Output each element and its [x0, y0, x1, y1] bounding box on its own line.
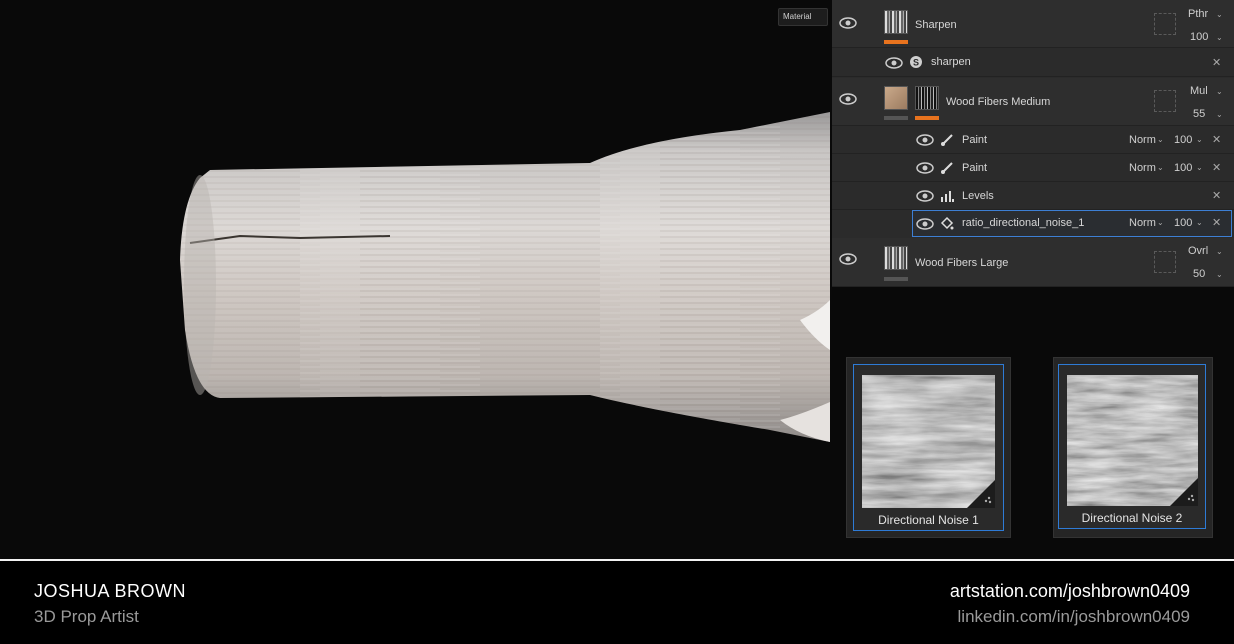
eye-icon[interactable] — [916, 217, 934, 231]
layer-thumbnail — [884, 86, 908, 110]
layer-row-sharpen[interactable]: Sharpen Pthr ⌄ 100 ⌄ — [832, 0, 1234, 48]
author-name: JOSHUA BROWN — [34, 581, 187, 601]
opacity-value[interactable]: 55 — [1193, 108, 1205, 120]
blend-mode-dropdown[interactable]: Norm — [1129, 217, 1156, 229]
levels-icon — [940, 189, 954, 203]
layer-thumbnail — [884, 246, 908, 270]
layer-thumbnail — [884, 10, 908, 34]
sharpen-icon: S — [909, 55, 923, 69]
svg-text:S: S — [913, 58, 919, 68]
opacity-value[interactable]: 100 — [1174, 162, 1192, 174]
layer-color-bar — [884, 40, 908, 44]
chevron-down-icon[interactable]: ⌄ — [1216, 10, 1223, 19]
opacity-value[interactable]: 100 — [1174, 217, 1192, 229]
effect-row-paint[interactable]: Paint Norm ⌄ 100 ⌄ ✕ — [832, 126, 1234, 154]
chevron-down-icon[interactable]: ⌄ — [1157, 218, 1164, 227]
close-icon[interactable]: ✕ — [1212, 216, 1221, 229]
layer-row-wood-fibers-medium[interactable]: Wood Fibers Medium Mul ⌄ 55 ⌄ — [832, 78, 1234, 126]
opacity-value[interactable]: 100 — [1190, 31, 1208, 43]
card-selection-frame: Directional Noise 2 — [1058, 364, 1206, 529]
close-icon[interactable]: ✕ — [1212, 56, 1221, 69]
chevron-down-icon[interactable]: ⌄ — [1196, 218, 1203, 227]
eye-icon[interactable] — [839, 16, 857, 30]
brush-icon — [940, 161, 954, 175]
close-icon[interactable]: ✕ — [1212, 133, 1221, 146]
effect-name: ratio_directional_noise_1 — [962, 217, 1085, 229]
eye-icon[interactable] — [839, 252, 857, 266]
chevron-down-icon[interactable]: ⌄ — [1216, 87, 1223, 96]
mask-slot[interactable] — [1154, 251, 1176, 273]
opacity-value[interactable]: 100 — [1174, 134, 1192, 146]
resource-card-directional-noise-2[interactable]: Directional Noise 2 — [1053, 357, 1213, 538]
chevron-down-icon[interactable]: ⌄ — [1216, 110, 1223, 119]
fill-icon — [940, 216, 954, 230]
mask-slot[interactable] — [1154, 13, 1176, 35]
chevron-down-icon[interactable]: ⌄ — [1216, 270, 1223, 279]
author-role: 3D Prop Artist — [34, 607, 139, 626]
card-label: Directional Noise 1 — [878, 513, 979, 527]
resource-card-directional-noise-1[interactable]: Directional Noise 1 — [846, 357, 1011, 538]
viewport-mode-dropdown[interactable]: Material — [778, 8, 828, 26]
noise-thumbnail — [862, 375, 995, 508]
layer-color-bar — [884, 277, 908, 281]
close-icon[interactable]: ✕ — [1212, 189, 1221, 202]
effect-row-levels[interactable]: Levels ✕ — [832, 182, 1234, 210]
eye-icon[interactable] — [839, 92, 857, 106]
card-label: Directional Noise 2 — [1081, 511, 1183, 525]
effect-row-sharpen[interactable]: S sharpen ✕ — [832, 48, 1234, 77]
blend-mode-dropdown[interactable]: Mul — [1190, 85, 1208, 97]
blend-mode-dropdown[interactable]: Norm — [1129, 162, 1156, 174]
card-selection-frame: Directional Noise 1 — [853, 364, 1004, 531]
blend-mode-dropdown[interactable]: Norm — [1129, 134, 1156, 146]
layer-name: Wood Fibers Medium — [946, 96, 1051, 108]
layer-stack-panel: Sharpen Pthr ⌄ 100 ⌄ S sharpen ✕ Wood Fi… — [832, 0, 1234, 287]
chevron-down-icon[interactable]: ⌄ — [1196, 135, 1203, 144]
blend-mode-dropdown[interactable]: Ovrl — [1188, 245, 1208, 257]
close-icon[interactable]: ✕ — [1212, 161, 1221, 174]
effect-name: sharpen — [931, 56, 971, 68]
effect-name: Paint — [962, 162, 988, 174]
chevron-down-icon[interactable]: ⌄ — [1157, 163, 1164, 172]
chevron-down-icon[interactable]: ⌄ — [1216, 247, 1223, 256]
chevron-down-icon[interactable]: ⌄ — [1157, 135, 1164, 144]
portfolio-footer: JOSHUA BROWN 3D Prop Artist artstation.c… — [0, 559, 1234, 644]
linkedin-link[interactable]: linkedin.com/in/joshbrown0409 — [958, 607, 1190, 627]
eye-icon[interactable] — [916, 161, 934, 175]
noise-thumbnail — [1067, 375, 1198, 506]
layer-color-bar — [884, 116, 908, 120]
eye-icon[interactable] — [916, 133, 934, 147]
effect-name: Paint — [962, 134, 988, 146]
artstation-link[interactable]: artstation.com/joshbrown0409 — [950, 581, 1190, 602]
effect-name: Levels — [962, 190, 994, 202]
layer-row-wood-fibers-large[interactable]: Wood Fibers Large Ovrl ⌄ 50 ⌄ — [832, 238, 1234, 287]
blend-mode-dropdown[interactable]: Pthr — [1188, 8, 1208, 20]
chevron-down-icon[interactable]: ⌄ — [1216, 33, 1223, 42]
mask-thumbnail[interactable] — [915, 86, 939, 110]
opacity-value[interactable]: 50 — [1193, 268, 1205, 280]
layer-name: Sharpen — [915, 19, 957, 31]
mask-color-bar — [915, 116, 939, 120]
brush-icon — [940, 133, 954, 147]
effect-row-paint[interactable]: Paint Norm ⌄ 100 ⌄ ✕ — [832, 154, 1234, 182]
mask-slot[interactable] — [1154, 90, 1176, 112]
layer-name: Wood Fibers Large — [915, 257, 1009, 269]
effect-row-ratio-directional-noise[interactable]: ratio_directional_noise_1 Norm ⌄ 100 ⌄ ✕ — [912, 210, 1232, 237]
wooden-handle-render — [180, 112, 830, 442]
eye-icon[interactable] — [916, 189, 934, 203]
chevron-down-icon[interactable]: ⌄ — [1196, 163, 1203, 172]
eye-icon[interactable] — [885, 56, 903, 70]
